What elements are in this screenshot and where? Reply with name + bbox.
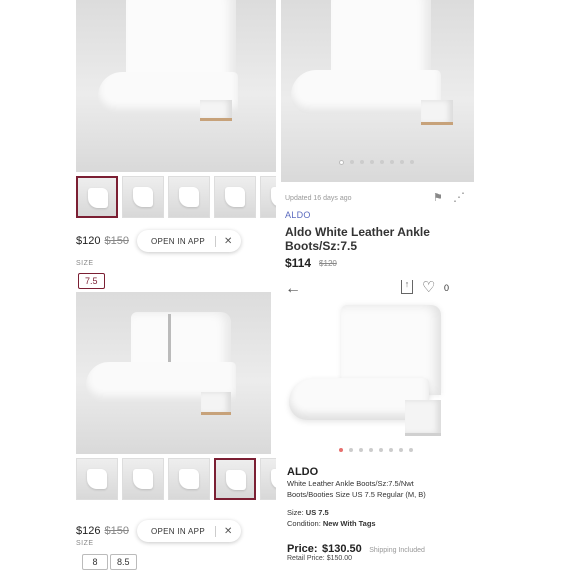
back-arrow-icon[interactable]: ← — [285, 280, 301, 298]
boot-sole — [405, 433, 441, 436]
price: $120 — [76, 235, 101, 247]
product-collage: $120 $150 OPEN IN APP ✕ SIZE 7.5 $126 $1… — [0, 0, 580, 580]
price-value: $130.50 — [322, 543, 362, 555]
share-icon[interactable]: ⋰ — [453, 190, 465, 204]
brand-heading[interactable]: ALDO — [287, 466, 318, 478]
boot-heel — [405, 400, 441, 434]
carousel-dot[interactable] — [379, 448, 383, 452]
carousel-dot[interactable] — [410, 160, 414, 164]
price-row: $126 $150 OPEN IN APP ✕ — [76, 520, 241, 542]
price-label: Price: — [287, 543, 318, 555]
condition-row: Condition: New With Tags — [287, 519, 376, 528]
carousel-dot[interactable] — [409, 448, 413, 452]
boot-heel — [421, 100, 453, 124]
carousel-dot[interactable] — [399, 448, 403, 452]
carousel-dot[interactable] — [359, 448, 363, 452]
carousel-dot[interactable] — [350, 160, 354, 164]
thumbnail[interactable] — [260, 176, 276, 218]
carousel-dot[interactable] — [380, 160, 384, 164]
carousel-dot[interactable] — [389, 448, 393, 452]
open-in-app-button[interactable]: OPEN IN APP ✕ — [136, 230, 241, 252]
boot-sole — [421, 122, 453, 125]
like-count: 0 — [444, 283, 450, 293]
carousel-dot[interactable] — [339, 160, 344, 165]
original-price: $150 — [104, 235, 129, 247]
size-chip[interactable]: 8.5 — [110, 554, 137, 570]
listing-title-line1: Aldo White Leather Ankle — [285, 225, 430, 239]
close-icon[interactable]: ✕ — [214, 235, 233, 247]
original-price: $120 — [319, 258, 337, 268]
listing-title-line2: Boots/Sz:7.5 — [285, 239, 358, 253]
size-row: Size: US 7.5 — [287, 508, 329, 517]
carousel-dot[interactable] — [349, 448, 353, 452]
brand-link[interactable]: ALDO — [285, 210, 311, 220]
size-label: Size: — [287, 508, 304, 517]
retail-row: Retail Price: $150.00 — [287, 555, 352, 562]
carousel-dot[interactable] — [339, 448, 343, 452]
thumbnail[interactable] — [122, 458, 164, 500]
size-value: US 7.5 — [305, 508, 329, 517]
thumbnail[interactable] — [168, 458, 210, 500]
updated-timestamp: Updated 16 days ago — [285, 195, 352, 202]
boot-foot — [291, 70, 441, 114]
boot-heel — [200, 100, 232, 120]
size-label: SIZE — [76, 540, 94, 547]
thumbnail[interactable] — [168, 176, 210, 218]
open-in-app-button[interactable]: OPEN IN APP ✕ — [136, 520, 241, 542]
listing-panel-bottom-right: ← ↑ ♡ 0 ALDO White Leather Ankle Boots/S… — [281, 278, 474, 580]
listing-panel-bottom-left: $126 $150 OPEN IN APP ✕ SIZE 8 8.5 — [76, 292, 276, 580]
retail-value: $150.00 — [326, 555, 352, 562]
product-photo[interactable] — [281, 0, 474, 182]
open-in-app-label: OPEN IN APP — [150, 526, 205, 536]
description-line1: White Leather Ankle Boots/Sz:7.5/Nwt — [287, 479, 414, 488]
product-photo[interactable] — [281, 300, 474, 440]
price-row: $114 $120 — [285, 256, 337, 270]
share-box-icon[interactable]: ↑ — [401, 280, 413, 294]
shipping-note: Shipping Included — [369, 547, 425, 554]
original-price: $150 — [104, 525, 129, 537]
price-row: $120 $150 OPEN IN APP ✕ — [76, 230, 241, 252]
thumbnail[interactable] — [214, 458, 256, 500]
thumbnail[interactable] — [76, 458, 118, 500]
thumbnail-strip — [76, 176, 276, 218]
listing-panel-top-right: Updated 16 days ago ⚑ ⋰ ALDO Aldo White … — [281, 0, 474, 276]
thumbnail[interactable] — [122, 176, 164, 218]
heart-icon[interactable]: ♡ — [422, 278, 435, 296]
carousel-dot[interactable] — [369, 448, 373, 452]
thumbnail[interactable] — [214, 176, 256, 218]
size-label: SIZE — [76, 260, 94, 267]
boot-sole — [201, 412, 231, 415]
condition-value: New With Tags — [322, 519, 376, 528]
boot-sole — [200, 118, 232, 121]
product-photo[interactable] — [76, 0, 276, 172]
price: $114 — [285, 256, 312, 270]
condition-label: Condition: — [287, 519, 321, 528]
carousel-dots — [339, 160, 414, 165]
carousel-dot[interactable] — [400, 160, 404, 164]
close-icon[interactable]: ✕ — [214, 525, 233, 537]
carousel-dot[interactable] — [390, 160, 394, 164]
carousel-dots — [339, 448, 413, 452]
flag-icon[interactable]: ⚑ — [433, 191, 443, 204]
description-line2: Boots/Booties Size US 7.5 Regular (M, B) — [287, 490, 426, 499]
open-in-app-label: OPEN IN APP — [150, 236, 205, 246]
listing-panel-top-left: $120 $150 OPEN IN APP ✕ SIZE 7.5 — [76, 0, 276, 290]
retail-label: Retail Price: — [287, 555, 325, 562]
size-chip[interactable]: 8 — [82, 554, 108, 570]
size-chip[interactable]: 7.5 — [78, 273, 105, 289]
carousel-dot[interactable] — [360, 160, 364, 164]
carousel-dot[interactable] — [370, 160, 374, 164]
product-photo[interactable] — [76, 292, 271, 454]
thumbnail[interactable] — [260, 458, 276, 500]
thumbnail[interactable] — [76, 176, 118, 218]
boot-heel — [201, 392, 231, 414]
price: $126 — [76, 525, 101, 537]
thumbnail-strip — [76, 458, 276, 500]
